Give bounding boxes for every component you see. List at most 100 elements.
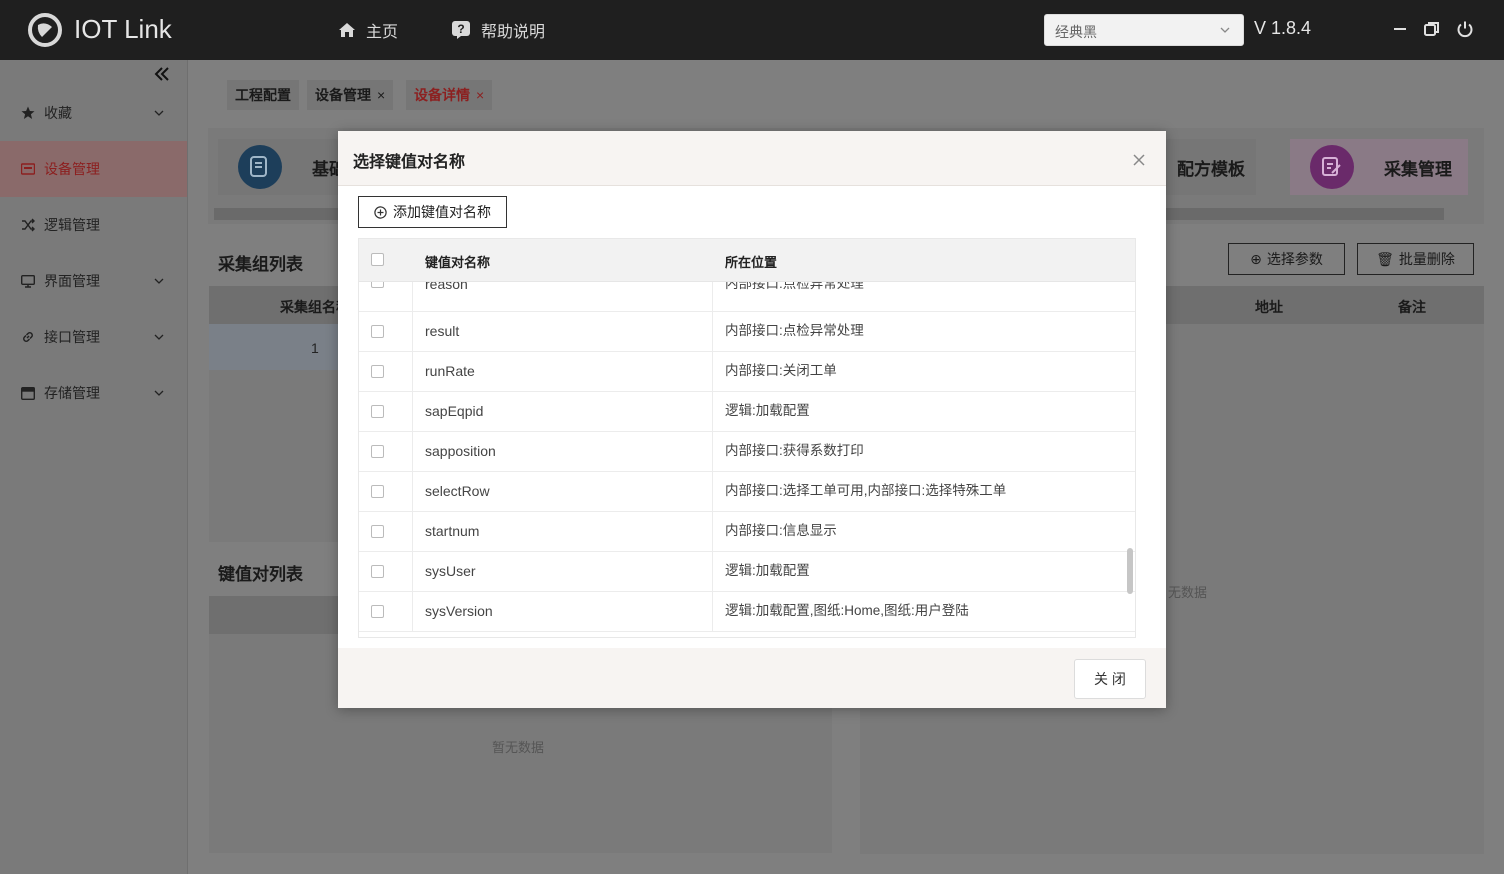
sidebar-item-label: 收藏 xyxy=(44,105,72,121)
row-kv-name: sysUser xyxy=(413,552,713,592)
table-row[interactable]: sysUser 逻辑:加载配置 xyxy=(359,552,1135,592)
add-kv-name-button[interactable]: 添加键值对名称 xyxy=(358,196,507,228)
tab-label: 设备详情 xyxy=(414,87,470,103)
row-kv-name: sapEqpid xyxy=(413,392,713,432)
dialog-header: 选择键值对名称 xyxy=(338,131,1166,186)
row-location: 内部接口:关闭工单 xyxy=(725,363,837,378)
row-location: 内部接口:选择工单可用,内部接口:选择特殊工单 xyxy=(725,483,1007,498)
dialog-footer: 关 闭 xyxy=(338,648,1166,708)
row-kv-name: reason xyxy=(413,282,713,312)
top-bar: IOT Link 主页 ? 帮助说明 经典黑 V 1.8.4 xyxy=(0,0,1504,60)
add-circle-icon xyxy=(374,205,387,219)
table-body[interactable]: reason 内部接口:点检异常处理 result 内部接口:点检异常处理 ru… xyxy=(359,282,1135,637)
star-icon xyxy=(21,106,35,119)
group-list-title: 采集组列表 xyxy=(218,255,303,274)
minimize-icon xyxy=(1394,28,1406,30)
close-dialog-button[interactable]: 关 闭 xyxy=(1074,659,1146,699)
row-checkbox[interactable] xyxy=(371,325,384,338)
table-row[interactable]: sysVersion 逻辑:加载配置,图纸:Home,图纸:用户登陆 xyxy=(359,592,1135,632)
trash-icon: 🗑 xyxy=(1376,250,1394,267)
kv-list-title: 键值对列表 xyxy=(218,565,303,584)
chevron-down-icon xyxy=(1220,27,1230,33)
card-collect-management[interactable]: 采集管理 xyxy=(1290,139,1468,195)
tab-close-icon[interactable]: × xyxy=(476,87,484,103)
tab-close-icon[interactable]: × xyxy=(377,87,385,103)
row-location: 逻辑:加载配置 xyxy=(725,403,810,418)
sidebar-item-device-management[interactable]: 设备管理 xyxy=(0,141,187,197)
close-icon[interactable] xyxy=(1132,153,1146,167)
app-logo-icon xyxy=(28,13,62,47)
table-header: 键值对名称 所在位置 xyxy=(359,239,1135,282)
select-param-button[interactable]: ⊕ 选择参数 xyxy=(1228,243,1345,275)
theme-select-value: 经典黑 xyxy=(1055,24,1097,40)
row-checkbox[interactable] xyxy=(371,525,384,538)
select-all-checkbox[interactable] xyxy=(371,253,384,266)
card-recipe-label: 配方模板 xyxy=(1177,159,1245,179)
sidebar-item-ui-management[interactable]: 界面管理 xyxy=(0,253,187,309)
param-empty-text: 无数据 xyxy=(1168,585,1208,600)
chevron-down-icon xyxy=(154,110,164,116)
row-checkbox[interactable] xyxy=(371,565,384,578)
sidebar-item-label: 逻辑管理 xyxy=(44,217,100,233)
basic-config-icon xyxy=(238,145,282,189)
table-row[interactable]: sapposition 内部接口:获得系数打印 xyxy=(359,432,1135,472)
row-kv-name: runRate xyxy=(413,352,713,392)
monitor-icon xyxy=(21,274,35,288)
col-location: 所在位置 xyxy=(725,255,778,270)
theme-select[interactable]: 经典黑 xyxy=(1044,14,1244,46)
tab-device-detail[interactable]: 设备详情 × xyxy=(406,80,493,110)
row-kv-name: startnum xyxy=(413,512,713,552)
row-checkbox[interactable] xyxy=(371,365,384,378)
home-icon xyxy=(339,23,355,37)
sidebar: 收藏 设备管理 逻辑管理 界面管理 接口管理 存储管理 xyxy=(0,60,188,874)
table-row[interactable]: startnum 内部接口:信息显示 xyxy=(359,512,1135,552)
card-recipe-template[interactable]: 配方模板 xyxy=(1166,139,1256,195)
row-checkbox[interactable] xyxy=(371,405,384,418)
device-icon xyxy=(21,163,35,175)
table-row[interactable]: selectRow 内部接口:选择工单可用,内部接口:选择特殊工单 xyxy=(359,472,1135,512)
table-scrollbar[interactable] xyxy=(1127,548,1133,594)
row-location: 逻辑:加载配置,图纸:Home,图纸:用户登陆 xyxy=(725,603,969,618)
sidebar-item-label: 界面管理 xyxy=(44,273,100,289)
table-row[interactable]: sapEqpid 逻辑:加载配置 xyxy=(359,392,1135,432)
nav-home[interactable]: 主页 xyxy=(338,18,398,42)
row-kv-name: selectRow xyxy=(413,472,713,512)
param-col-remark: 备注 xyxy=(1398,299,1426,315)
nav-help[interactable]: ? 帮助说明 xyxy=(451,18,545,42)
row-checkbox[interactable] xyxy=(371,605,384,618)
help-icon: ? xyxy=(452,21,470,39)
tab-label: 工程配置 xyxy=(235,87,291,103)
nav-home-label: 主页 xyxy=(366,24,399,41)
link-icon xyxy=(23,332,33,342)
restore-icon xyxy=(1424,22,1439,36)
chevron-down-icon xyxy=(154,390,164,396)
row-checkbox[interactable] xyxy=(371,485,384,498)
sidebar-item-label: 设备管理 xyxy=(44,161,100,177)
power-icon xyxy=(1457,21,1473,38)
row-checkbox[interactable] xyxy=(371,282,384,288)
row-kv-name: sapposition xyxy=(413,432,713,472)
group-row-index: 1 xyxy=(311,340,319,356)
minimize-button[interactable] xyxy=(1389,18,1411,40)
power-button[interactable] xyxy=(1454,18,1476,40)
collapse-sidebar-icon[interactable] xyxy=(152,64,172,84)
row-location: 内部接口:信息显示 xyxy=(725,523,837,538)
tab-project-config[interactable]: 工程配置 xyxy=(227,80,299,110)
sidebar-item-interface-management[interactable]: 接口管理 xyxy=(0,309,187,365)
sidebar-item-logic-management[interactable]: 逻辑管理 xyxy=(0,197,187,253)
table-row[interactable]: runRate 内部接口:关闭工单 xyxy=(359,352,1135,392)
sidebar-item-favorites[interactable]: 收藏 xyxy=(0,85,187,141)
card-basic[interactable]: 基础 xyxy=(218,139,348,195)
sidebar-item-storage-management[interactable]: 存储管理 xyxy=(0,365,187,421)
nav-help-label: 帮助说明 xyxy=(481,24,546,41)
tab-device-management[interactable]: 设备管理 × xyxy=(307,80,394,110)
sidebar-item-label: 接口管理 xyxy=(44,329,100,345)
restore-button[interactable] xyxy=(1421,18,1443,40)
dialog-title: 选择键值对名称 xyxy=(353,154,466,171)
row-checkbox[interactable] xyxy=(371,445,384,458)
table-row[interactable]: reason 内部接口:点检异常处理 xyxy=(359,282,1135,312)
row-location: 内部接口:点检异常处理 xyxy=(725,323,864,338)
table-row[interactable]: result 内部接口:点检异常处理 xyxy=(359,312,1135,352)
batch-delete-label: 批量删除 xyxy=(1398,251,1455,267)
batch-delete-button[interactable]: 🗑 批量删除 xyxy=(1357,243,1474,275)
